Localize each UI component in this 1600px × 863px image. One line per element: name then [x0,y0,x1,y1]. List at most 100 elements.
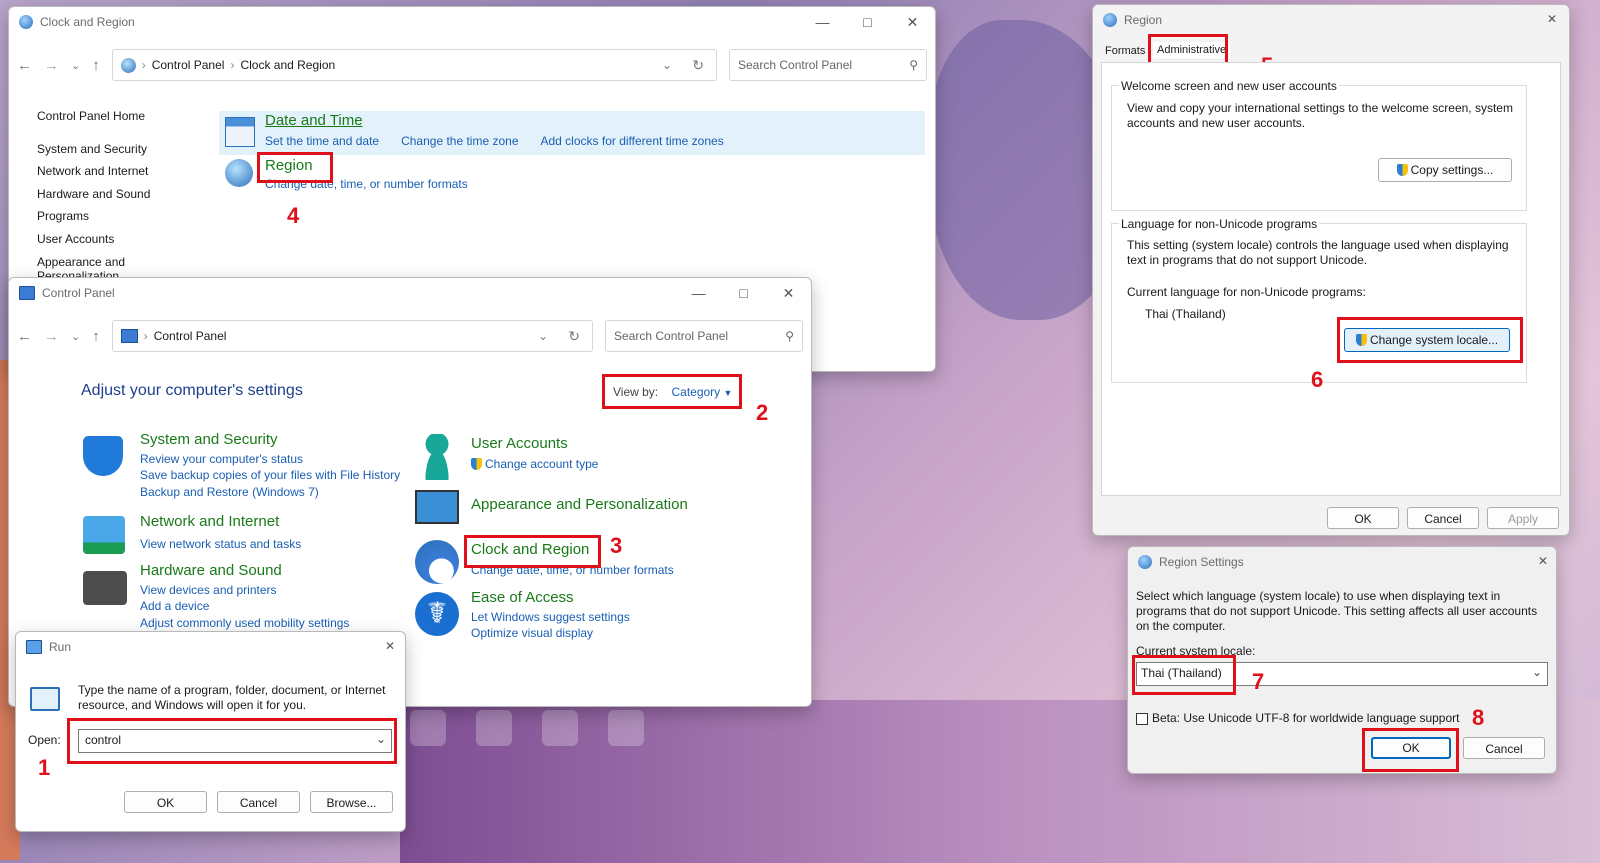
search-input[interactable]: Search Control Panel ⚲ [729,49,927,81]
copy-settings-button[interactable]: Copy settings... [1378,158,1512,182]
nav-network-internet[interactable]: Network and Internet [37,160,150,183]
breadcrumb-clock-region[interactable]: Clock and Region [240,58,335,72]
clock-region-title: Clock and Region [40,15,135,29]
forward-icon[interactable]: → [44,57,59,74]
tab-formats[interactable]: Formats [1105,45,1145,57]
region-globe-icon [225,159,253,187]
region-app-icon [1103,13,1117,27]
minimize-icon[interactable]: — [800,7,845,37]
close-icon[interactable]: ✕ [1538,554,1548,568]
back-icon[interactable]: ← [17,328,32,345]
run-titlebar: Run ✕ [16,632,405,662]
chevron-down-icon[interactable]: ⌄ [1532,665,1542,679]
highlight-clock-region [464,535,601,568]
devices-printers-link[interactable]: View devices and printers [140,582,420,599]
search-input[interactable]: Search Control Panel ⚲ [605,320,803,352]
add-device-link[interactable]: Add a device [140,598,420,615]
shield-icon [83,436,123,476]
accessibility-icon: ☤ [415,592,459,636]
region-settings-app-icon [1138,555,1152,569]
run-cancel-button[interactable]: Cancel [217,791,300,813]
highlight-locale-select [1132,655,1236,695]
date-time-category[interactable]: Date and Time Set the time and date Chan… [219,111,925,155]
breadcrumb[interactable]: › Control Panel ⌄ ↻ [111,320,593,352]
user-icon [419,434,455,480]
close-icon[interactable]: ✕ [385,639,395,653]
breadcrumb-control-panel[interactable]: Control Panel [152,58,225,72]
region-settings-title: Region Settings [1159,555,1244,569]
refresh-icon[interactable]: ↻ [568,328,580,345]
hardware-sound-title[interactable]: Hardware and Sound [140,562,420,580]
set-time-date-link[interactable]: Set the time and date [265,134,379,148]
region-cancel-button[interactable]: Cancel [1407,507,1479,529]
refresh-icon[interactable]: ↻ [692,57,704,74]
nav-control-panel-home[interactable]: Control Panel Home [37,105,150,128]
welcome-group-title: Welcome screen and new user accounts [1119,79,1339,93]
change-time-zone-link[interactable]: Change the time zone [401,134,518,148]
search-icon: ⚲ [909,58,918,72]
desktop-icons [410,710,644,746]
backup-restore-link[interactable]: Backup and Restore (Windows 7) [140,484,420,501]
nav-hardware-sound[interactable]: Hardware and Sound [37,183,150,206]
network-internet-title[interactable]: Network and Internet [140,513,420,531]
printer-icon [83,571,127,605]
nav-programs[interactable]: Programs [37,205,150,228]
minimize-icon[interactable]: — [676,278,721,308]
control-panel-titlebar: Control Panel — □ ✕ [9,278,811,308]
network-status-link[interactable]: View network status and tasks [140,536,420,553]
beta-checkbox[interactable] [1136,713,1148,725]
mobility-settings-link[interactable]: Adjust commonly used mobility settings [140,615,420,632]
step-2-label: 2 [756,400,769,425]
chevron-down-icon[interactable]: ⌄ [662,58,672,72]
run-program-icon [30,687,60,711]
clock-region-nav: Control Panel Home System and Security N… [37,105,150,283]
run-ok-button[interactable]: OK [124,791,207,813]
maximize-icon[interactable]: □ [721,278,766,308]
control-panel-title: Control Panel [42,286,115,300]
suggest-settings-link[interactable]: Let Windows suggest settings [471,609,731,626]
date-time-title[interactable]: Date and Time [265,112,363,129]
appearance-title[interactable]: Appearance and Personalization [471,496,688,513]
nav-system-security[interactable]: System and Security [37,138,150,161]
change-account-type-link[interactable]: Change account type [471,454,731,474]
close-icon[interactable]: ✕ [1547,12,1557,26]
maximize-icon[interactable]: □ [845,7,890,37]
beta-label: Beta: Use Unicode UTF-8 for worldwide la… [1152,711,1460,725]
region-title: Region [1124,13,1163,27]
back-icon[interactable]: ← [17,57,32,74]
breadcrumb[interactable]: › Control Panel › Clock and Region ⌄ ↻ [111,49,717,81]
welcome-text: View and copy your international setting… [1127,101,1513,130]
ease-of-access-title[interactable]: Ease of Access [471,589,731,607]
forward-icon[interactable]: → [44,328,59,345]
breadcrumb-control-panel[interactable]: Control Panel [154,329,227,343]
highlight-open-input [67,718,397,764]
chevron-down-icon[interactable]: ⌄ [538,329,548,343]
recent-chevron-icon[interactable]: ⌄ [71,330,80,343]
system-security-title[interactable]: System and Security [140,431,420,449]
run-dialog: Run ✕ Type the name of a program, folder… [15,631,406,832]
region-ok-button[interactable]: OK [1327,507,1399,529]
close-icon[interactable]: ✕ [766,278,811,308]
open-label: Open: [28,733,61,747]
uac-shield-icon [471,458,482,470]
recent-chevron-icon[interactable]: ⌄ [71,59,80,72]
up-icon[interactable]: ↑ [92,328,100,345]
highlight-view-by [602,374,742,409]
add-clocks-link[interactable]: Add clocks for different time zones [541,134,724,148]
optimize-display-link[interactable]: Optimize visual display [471,625,731,642]
up-icon[interactable]: ↑ [92,57,100,74]
network-icon [83,516,125,554]
globe-icon [120,57,136,73]
nav-user-accounts[interactable]: User Accounts [37,228,150,251]
region-settings-titlebar: Region Settings ✕ [1128,547,1556,577]
change-account-type-label: Change account type [485,457,599,471]
user-accounts-title[interactable]: User Accounts [471,434,731,454]
nav-appearance[interactable]: Appearance and [37,255,150,269]
review-status-link[interactable]: Review your computer's status [140,451,420,468]
region-settings-cancel-button[interactable]: Cancel [1463,737,1545,759]
run-description: Type the name of a program, folder, docu… [78,683,386,712]
file-history-link[interactable]: Save backup copies of your files with Fi… [140,467,420,484]
close-icon[interactable]: ✕ [890,7,935,37]
region-apply-button[interactable]: Apply [1487,507,1559,529]
run-browse-button[interactable]: Browse... [310,791,393,813]
